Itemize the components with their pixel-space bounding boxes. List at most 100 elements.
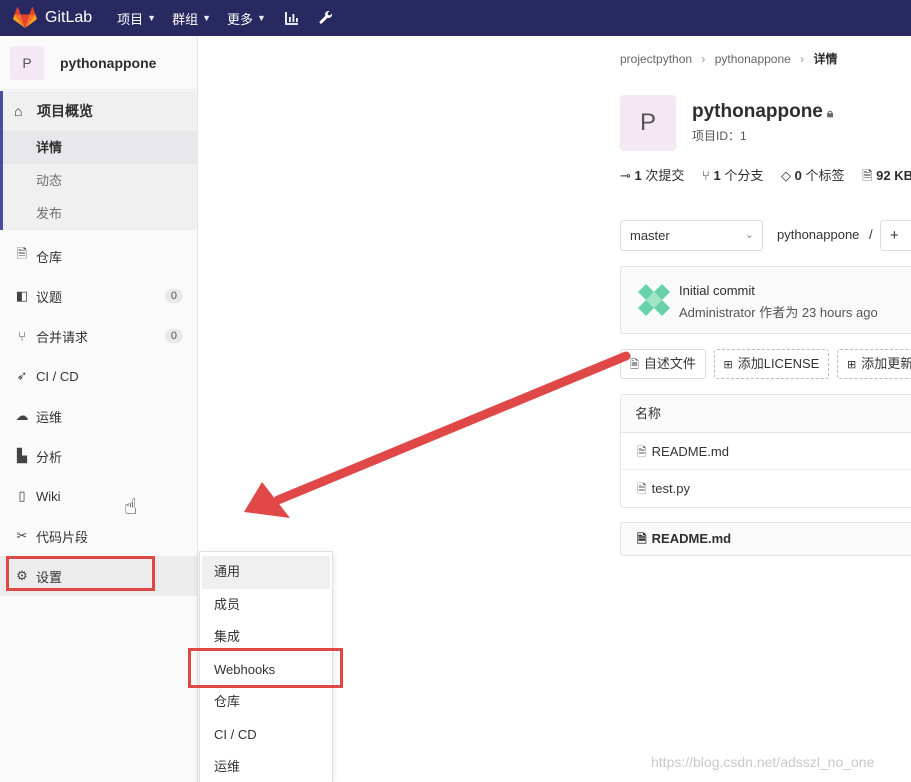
add-license-button[interactable]: ⊞ 添加LICENSE: [713, 349, 830, 379]
sidebar-item-issues[interactable]: ◧ 议题 0: [0, 276, 197, 316]
repo-path-separator: /: [869, 227, 873, 242]
doc-icon: 🗎: [630, 359, 639, 371]
stat-tags-value: 0: [794, 168, 802, 183]
breadcrumb-project[interactable]: pythonappone: [715, 52, 791, 66]
sidebar-item-operations[interactable]: ☁ 运维: [0, 396, 197, 436]
stat-commits[interactable]: ⊸ 1 次提交: [620, 168, 684, 183]
stat-commits-label: 次提交: [645, 168, 685, 183]
sidebar-section-overview: ⌂ 项目概览 详情 动态 发布: [0, 91, 197, 230]
project-avatar: P: [10, 45, 44, 80]
chevron-down-icon: ⌄: [744, 229, 754, 241]
sidebar-item-ci-cd[interactable]: ➶ CI / CD: [0, 356, 197, 396]
nav-projects-dropdown[interactable]: 项目 ▼: [117, 9, 156, 28]
sidebar-item-label: 运维: [36, 409, 63, 425]
flyout-item-operations[interactable]: 运维: [200, 751, 332, 782]
stat-storage-value: 92 KB: [876, 168, 911, 183]
chevron-down-icon: ▼: [202, 13, 212, 23]
table-row[interactable]: 🗎 test.py: [621, 470, 911, 507]
nav-more-dropdown[interactable]: 更多 ▼: [227, 9, 266, 28]
gitlab-logo[interactable]: GitLab: [13, 7, 92, 29]
book-icon: ▯: [18, 488, 26, 503]
breadcrumb-separator: ›: [701, 52, 706, 66]
chevron-down-icon: ▼: [257, 13, 266, 23]
commit-time: 作者为 23 hours ago: [759, 305, 878, 320]
add-license-label: 添加LICENSE: [737, 356, 820, 371]
rocket-icon: ➶: [16, 368, 28, 383]
sidebar-item-label: 项目概览: [37, 103, 93, 119]
sidebar-subitem-activity[interactable]: 动态: [3, 164, 197, 197]
sidebar-item-repository[interactable]: 🗎 仓库: [0, 236, 197, 276]
flyout-item-members[interactable]: 成员: [200, 589, 332, 622]
add-changelog-label: 添加更新: [861, 356, 911, 371]
add-file-dropdown[interactable]: +: [880, 220, 911, 251]
doc-icon: 🗎: [16, 246, 28, 261]
chart-icon: ▙: [17, 448, 27, 463]
sidebar-item-snippets[interactable]: ✂ 代码片段: [0, 516, 197, 556]
breadcrumb-separator: ›: [800, 52, 805, 66]
branch-selector[interactable]: master ⌄: [620, 220, 763, 251]
annotation-box-settings: [6, 556, 155, 591]
nav-projects-label: 项目: [117, 11, 144, 27]
watermark: https://blog.csdn.net/adsszl_no_one: [651, 754, 875, 770]
cloud-icon: ☁: [15, 408, 29, 423]
merge-requests-count-badge: 0: [164, 329, 183, 343]
hand-cursor-icon: ☝: [124, 494, 138, 519]
sidebar-subitem-releases[interactable]: 发布: [3, 197, 197, 230]
nav-more-label: 更多: [227, 11, 254, 27]
stat-tags[interactable]: ◇ 0 个标签: [781, 168, 845, 183]
plus-icon: +: [890, 227, 899, 244]
sidebar-item-overview[interactable]: ⌂ 项目概览: [3, 91, 197, 131]
repo-path-name[interactable]: pythonappone: [777, 227, 859, 242]
commit-meta: Administrator 作者为 23 hours ago: [679, 302, 878, 321]
wrench-icon[interactable]: [318, 10, 334, 26]
stat-branches[interactable]: ⑂ 1 个分支: [702, 168, 763, 183]
project-sidebar: P pythonappone ⌂ 项目概览 详情 动态 发布 🗎 仓库 ◧ 议题…: [0, 36, 198, 782]
file-name[interactable]: test.py: [652, 481, 690, 496]
sidebar-item-label: 合并请求: [36, 329, 89, 345]
breadcrumb: projectpython › pythonappone › 详情: [620, 50, 838, 67]
file-icon: 🗎: [637, 532, 647, 546]
readme-button[interactable]: 🗎 自述文件: [620, 349, 706, 379]
readme-button-label: 自述文件: [643, 356, 696, 371]
sidebar-item-label: 分析: [36, 449, 63, 465]
sidebar-item-wiki[interactable]: ▯ Wiki: [0, 476, 197, 516]
lock-icon: 🔒︎: [826, 106, 834, 120]
readme-header: 🗎 README.md: [620, 522, 911, 556]
file-table-header: 名称: [621, 395, 911, 433]
issues-icon: ◧: [15, 288, 29, 303]
sidebar-item-merge-requests[interactable]: ⑂ 合并请求 0: [0, 316, 197, 356]
sidebar-subitem-details[interactable]: 详情: [3, 131, 197, 164]
merge-icon: ⑂: [18, 328, 26, 344]
flyout-item-repository[interactable]: 仓库: [200, 686, 332, 719]
readme-title[interactable]: README.md: [652, 531, 731, 546]
nav-groups-label: 群组: [172, 11, 199, 27]
file-name[interactable]: README.md: [652, 444, 729, 459]
sidebar-item-analytics[interactable]: ▙ 分析: [0, 436, 197, 476]
add-changelog-button[interactable]: ⊞ 添加更新: [836, 349, 911, 379]
quick-actions: 🗎 自述文件 ⊞ 添加LICENSE ⊞ 添加更新: [620, 349, 911, 379]
sidebar-project-header[interactable]: P pythonappone: [0, 36, 197, 90]
nav-groups-dropdown[interactable]: 群组 ▼: [172, 9, 211, 28]
stat-tags-label: 个标签: [805, 168, 845, 183]
project-id-value: 1: [740, 129, 747, 143]
identicon-avatar: [637, 282, 671, 316]
stat-branches-label: 个分支: [724, 168, 764, 183]
breadcrumb-group[interactable]: projectpython: [620, 52, 692, 66]
file-icon: 🗎: [637, 482, 647, 496]
stat-branches-value: 1: [713, 168, 721, 183]
commit-author[interactable]: Administrator: [679, 305, 756, 320]
gitlab-brand: GitLab: [45, 9, 93, 26]
flyout-item-ci-cd[interactable]: CI / CD: [200, 719, 332, 752]
flyout-item-general[interactable]: 通用: [202, 556, 330, 589]
table-row[interactable]: 🗎 README.md: [621, 433, 911, 470]
sidebar-item-label: CI / CD: [36, 368, 79, 384]
project-id: 项目ID：1: [692, 127, 747, 144]
stat-storage[interactable]: 🗎 92 KB: [862, 168, 911, 183]
plus-square-icon: ⊞: [846, 359, 857, 371]
sidebar-item-label: 仓库: [36, 249, 63, 265]
chart-icon[interactable]: [284, 10, 300, 26]
project-id-label: 项目ID：: [692, 129, 741, 143]
commit-title[interactable]: Initial commit: [679, 283, 755, 298]
annotation-box-webhooks: [188, 648, 343, 688]
plus-square-icon: ⊞: [723, 359, 733, 371]
